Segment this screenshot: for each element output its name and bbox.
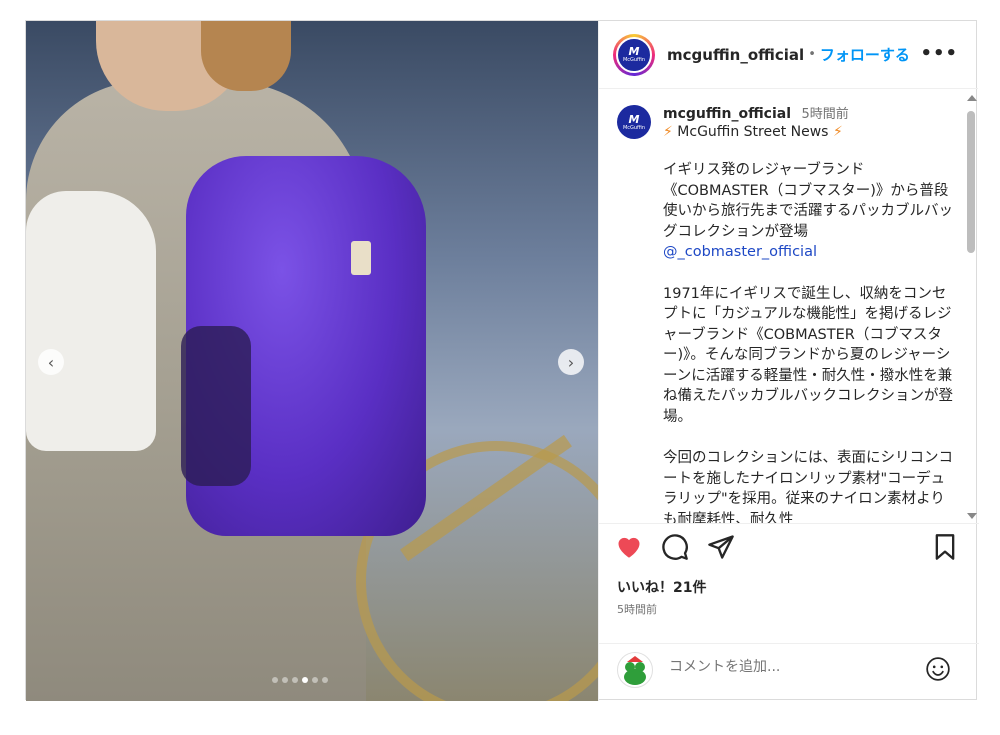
carousel-dot [322,677,328,683]
carousel-next-button[interactable]: › [558,349,584,375]
caption-avatar[interactable]: M McGuffin [617,105,651,139]
caption-header: M McGuffin mcguffin_official 5時間前 ⚡ McGu… [599,91,979,140]
caption-meta: mcguffin_official 5時間前 ⚡ McGuffin Street… [663,103,849,140]
carousel-dots [272,677,328,683]
carousel-dot-active [302,677,308,683]
emoji-icon[interactable] [925,656,951,686]
post-image[interactable]: ‹ › [26,21,598,701]
comment-icon[interactable] [661,533,689,565]
caption-title-text: McGuffin Street News [677,124,829,140]
carousel-dot [292,677,298,683]
heart-icon[interactable] [615,533,643,563]
caption-paragraph-3: 今回のコレクションには、表面にシリコンコートを施したナイロンリップ素材"コーデュ… [663,450,953,524]
carousel-prev-button[interactable]: ‹ [38,349,64,375]
caption-title: ⚡ McGuffin Street News ⚡ [663,124,849,140]
carousel-dot [282,677,288,683]
caption-paragraph: イギリス発のレジャーブランド《COBMASTER（コブマスター)》から普段使いか… [663,160,953,263]
carousel-dot [272,677,278,683]
scrollbar-thumb[interactable] [967,111,975,253]
bolt-icon: ⚡ [832,124,843,140]
avatar-sub: McGuffin [622,57,646,63]
caption-paragraph-1: イギリス発のレジャーブランド《COBMASTER（コブマスター)》から普段使いか… [663,162,953,240]
avatar-mark: M [628,112,640,126]
scrollbar[interactable] [967,95,977,519]
scroll-down-arrow[interactable] [967,513,977,519]
user-avatar [617,652,653,688]
scroll-up-arrow[interactable] [967,95,977,101]
backpack-label [351,241,371,275]
follow-button[interactable]: フォローする [820,44,910,65]
post-sidebar: M McGuffin mcguffin_official • フォローする ••… [598,21,979,702]
caption-scroll-area[interactable]: M McGuffin mcguffin_official 5時間前 ⚡ McGu… [599,91,979,524]
header-separator: • [808,47,816,62]
bookmark-icon[interactable] [933,533,957,565]
likes-count[interactable]: いいね！21件 [617,577,706,597]
instagram-post: ‹ › M McGuffin mcguffin_official • フォローす… [25,20,979,702]
avatar-sub: McGuffin [622,124,646,131]
story-ring[interactable]: M McGuffin [613,33,655,76]
share-icon[interactable] [707,533,735,565]
more-options-icon[interactable]: ••• [920,43,958,64]
caption-line: mcguffin_official 5時間前 [663,103,849,122]
backpack-mesh-pocket [181,326,251,486]
avatar: M McGuffin [616,36,652,73]
caption-time: 5時間前 [801,107,849,122]
image-hair [201,21,291,91]
image-shirt [26,191,156,451]
carousel-dot [312,677,318,683]
post-time: 5時間前 [617,603,657,616]
caption-username[interactable]: mcguffin_official [663,106,791,122]
comment-input[interactable] [667,658,901,676]
mention-link[interactable]: @_cobmaster_official [663,244,817,260]
avatar-mark: M [628,45,640,58]
post-header: M McGuffin mcguffin_official • フォローする ••… [599,21,978,89]
action-bar [615,533,965,569]
image-backpack [181,156,426,536]
caption-body: イギリス発のレジャーブランド《COBMASTER（コブマスター)》から普段使いか… [599,160,953,524]
header-username[interactable]: mcguffin_official [667,46,804,64]
caption-paragraph-2: 1971年にイギリスで誕生し、収納をコンセプトに「カジュアルな機能性」を掲げるレ… [663,285,953,425]
comment-bar [599,643,979,702]
bolt-icon: ⚡ [663,124,673,140]
